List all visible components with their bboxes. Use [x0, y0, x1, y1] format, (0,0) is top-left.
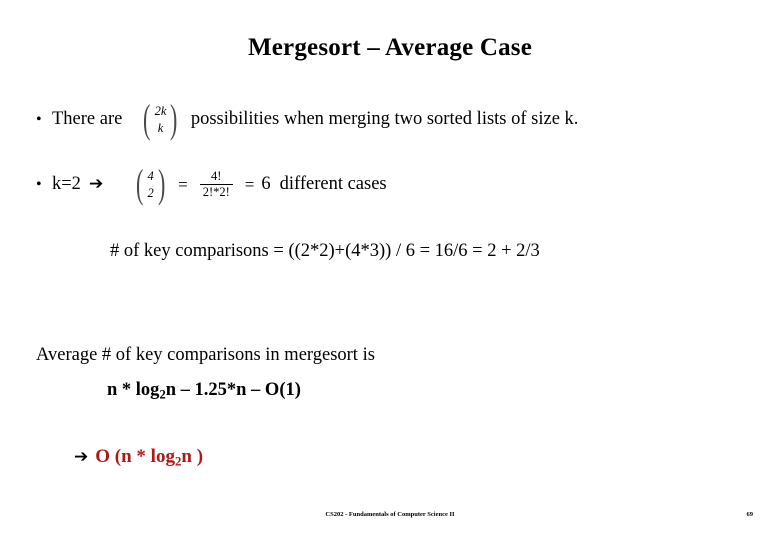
conclusion-part-1: O (n * log	[95, 446, 175, 467]
average-comparisons-line: Average # of key comparisons in mergesor…	[36, 345, 375, 365]
paren-left-icon: (	[136, 161, 144, 207]
bullet-2-text-before: k=2	[52, 174, 81, 195]
equals-sign-2: =	[244, 174, 255, 194]
binomial-bottom: k	[157, 120, 164, 135]
binomial-top: 2k	[154, 104, 167, 118]
bullet-item-1: • There are ( 2k k ) possibilities when …	[36, 96, 579, 142]
binomial-top: 4	[147, 169, 154, 183]
bullet-2-result: 6	[261, 174, 271, 195]
binomial-coefficient-2k-choose-k: ( 2k k )	[140, 96, 180, 142]
slide-canvas: Mergesort – Average Case • There are ( 2…	[0, 0, 780, 540]
page-number: 69	[746, 511, 754, 518]
bullet-marker: •	[36, 175, 42, 193]
fraction-denominator: 2!*2!	[199, 184, 233, 201]
average-formula-line: n * log2n – 1.25*n – O(1)	[107, 380, 301, 403]
footer-course-label: CS202 - Fundamentals of Computer Science…	[325, 511, 455, 518]
paren-right-icon: )	[157, 161, 166, 207]
page-title: Mergesort – Average Case	[247, 34, 533, 61]
key-comparisons-line: # of key comparisons = ((2*2)+(4*3)) / 6…	[110, 241, 540, 261]
bullet-item-2: • k=2 ➔ ( 4 2 ) = 4! 2!*2! = 6 different…	[36, 161, 387, 207]
bullet-1-text-after: possibilities when merging two sorted li…	[190, 109, 579, 130]
equals-sign-1: =	[178, 174, 188, 194]
conclusion-text: O (n * log2n )	[95, 446, 203, 470]
bullet-1-text-before: There are	[52, 109, 123, 130]
binomial-coefficient-4-choose-2: ( 4 2 )	[133, 161, 168, 207]
fraction-4-factorial-over-2-factorial: 4! 2!*2!	[199, 168, 233, 201]
right-arrow-icon: ➔	[88, 174, 104, 195]
bullet-2-text-after: different cases	[279, 174, 387, 195]
conclusion-big-o-line: ➔ O (n * log2n )	[74, 446, 203, 470]
formula-part-1: n * log	[107, 380, 160, 400]
bullet-marker: •	[36, 110, 42, 128]
conclusion-part-2: n )	[181, 446, 204, 467]
formula-part-2: n – 1.25*n – O(1)	[165, 380, 301, 400]
paren-right-icon: )	[170, 96, 178, 142]
right-arrow-icon: ➔	[74, 447, 89, 468]
paren-left-icon: (	[143, 96, 151, 142]
binomial-bottom: 2	[147, 185, 154, 200]
fraction-numerator: 4!	[211, 168, 222, 183]
